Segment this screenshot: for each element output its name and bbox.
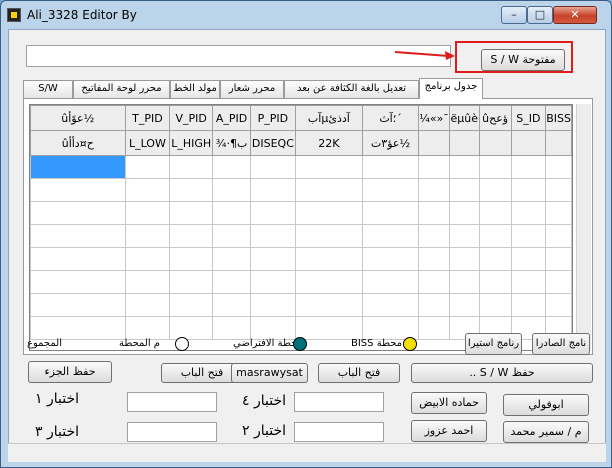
program-table: ûعوًأ½ T_PID V_PID A_PID P_PID آبµآدذئ ؛… [30, 105, 572, 340]
test3-input[interactable] [127, 422, 217, 442]
tab-keyboard-editor[interactable]: محرر لوحة المفاتيح [73, 80, 170, 98]
column-header[interactable]: ûؤعح [478, 105, 512, 131]
column-header[interactable]: S_ID [510, 105, 547, 131]
red-arrow-icon [394, 51, 455, 60]
export-program-button[interactable]: نامج الصادرا [532, 333, 590, 355]
circle-yellow-icon [403, 337, 417, 351]
column-header[interactable]: A_PID [212, 105, 251, 131]
test1-label: اختبار ١ [35, 391, 80, 407]
table-row [30, 293, 572, 317]
maximize-button[interactable]: □ [527, 6, 553, 24]
tab-strip: S/W محرر لوحة المفاتيح مولد الخط محرر شع… [23, 78, 581, 99]
save-sw-button[interactable]: .. S / W حفظ [411, 363, 593, 383]
column-header[interactable]: ؛آث´ [361, 105, 420, 131]
circle-teal-icon [293, 337, 307, 351]
column-header[interactable]: ëµûè [448, 105, 480, 131]
table-header-row: ûعوًأ½ T_PID V_PID A_PID P_PID آبµآدذئ ؛… [30, 105, 572, 131]
vertical-scrollbar[interactable] [576, 104, 591, 351]
table-cell[interactable] [418, 130, 450, 156]
table-cell[interactable] [545, 130, 572, 156]
minimize-button[interactable]: – [501, 6, 527, 24]
table-cell[interactable] [510, 130, 547, 156]
table-row [30, 155, 572, 179]
top-text-field[interactable] [26, 45, 451, 67]
tab-sw[interactable]: S/W [23, 80, 73, 98]
title-bar[interactable]: Ali_3328 Editor By – □ ✕ [1, 1, 611, 29]
table-cell[interactable]: 22K [294, 130, 363, 156]
program-table-panel: ûعوًأ½ T_PID V_PID A_PID P_PID آبµآدذئ ؛… [23, 98, 593, 355]
column-header[interactable]: ûعوًأ½ [30, 105, 126, 131]
table-row [30, 201, 572, 225]
table-cell[interactable] [448, 130, 480, 156]
program-grid[interactable]: ûعوًأ½ T_PID V_PID A_PID P_PID آبµآدذئ ؛… [29, 104, 573, 351]
legend-bar: المجموع م المحطة محطة الافتراضي BISS محط… [23, 330, 593, 358]
client-area: S / W مفتوحة S/W محرر لوحة المفاتيح مولد… [8, 29, 606, 462]
table-row [30, 270, 572, 294]
sum-label: المجموع [27, 338, 62, 349]
test3-label: اختبار ٣ [35, 424, 80, 440]
tab-font-generator[interactable]: مولد الخط [170, 80, 220, 98]
table-cell[interactable]: DISEQC [249, 130, 296, 156]
station-white-label: م المحطة [119, 338, 160, 349]
test2-label: اختبار ٢ [242, 423, 287, 439]
column-header[interactable]: ¼«»¯ [418, 105, 450, 131]
table-row: ûح¤دأأ L_LOW L_HIGH ¾·¶ب DISEQC 22K عؤ٣ت… [30, 130, 572, 156]
table-cell[interactable]: L_HIGH [169, 130, 214, 156]
column-header[interactable]: V_PID [169, 105, 214, 131]
samir-button[interactable]: م / سمير محمد [503, 421, 589, 443]
column-header[interactable]: T_PID [124, 105, 171, 131]
tab-logo-editor[interactable]: محرر شعار [220, 80, 284, 98]
import-program-button[interactable]: رنامج استيرا [465, 333, 522, 355]
tab-remote-density[interactable]: تعديل بالغة الكثافة عن بعد [284, 80, 419, 98]
app-window: Ali_3328 Editor By – □ ✕ S / W مفتوحة S/… [0, 0, 612, 468]
test2-input[interactable] [294, 422, 384, 442]
aboffoly-button[interactable]: ابوفولي [503, 394, 589, 416]
ahmed-button[interactable]: احمد عزوز [411, 420, 487, 442]
table-row [30, 224, 572, 248]
selected-cell[interactable] [30, 155, 126, 179]
test1-input[interactable] [127, 392, 217, 412]
table-cell[interactable]: ûح¤دأأ [30, 130, 126, 156]
open-door-button-2[interactable]: فتح الباب [318, 363, 400, 383]
table-cell[interactable] [478, 130, 512, 156]
column-header[interactable]: P_PID [249, 105, 296, 131]
save-part-button[interactable]: حفظ الجزء [28, 361, 112, 383]
table-cell[interactable]: ¾·¶ب [212, 130, 251, 156]
sw-open-button[interactable]: S / W مفتوحة [481, 49, 565, 71]
tab-program-table[interactable]: جدول برنامج [419, 78, 483, 99]
table-row [30, 178, 572, 202]
window-title: Ali_3328 Editor By [27, 8, 137, 22]
column-header[interactable]: آبµآدذئ [294, 105, 363, 131]
test4-label: اختبار ٤ [242, 393, 287, 409]
column-header[interactable]: BISS [545, 105, 572, 131]
status-bar [8, 443, 606, 462]
table-cell[interactable]: L_LOW [124, 130, 171, 156]
test4-input[interactable] [294, 392, 384, 412]
masrawysat-button[interactable]: masrawysat [231, 363, 308, 383]
table-cell[interactable]: عؤ٣ت½ [361, 130, 420, 156]
circle-white-icon [175, 337, 189, 351]
close-button[interactable]: ✕ [553, 6, 597, 24]
app-icon [7, 8, 21, 22]
table-row [30, 247, 572, 271]
station-biss-label: BISS محطة [351, 338, 403, 349]
hamada-button[interactable]: حماده الابيض [411, 392, 487, 414]
